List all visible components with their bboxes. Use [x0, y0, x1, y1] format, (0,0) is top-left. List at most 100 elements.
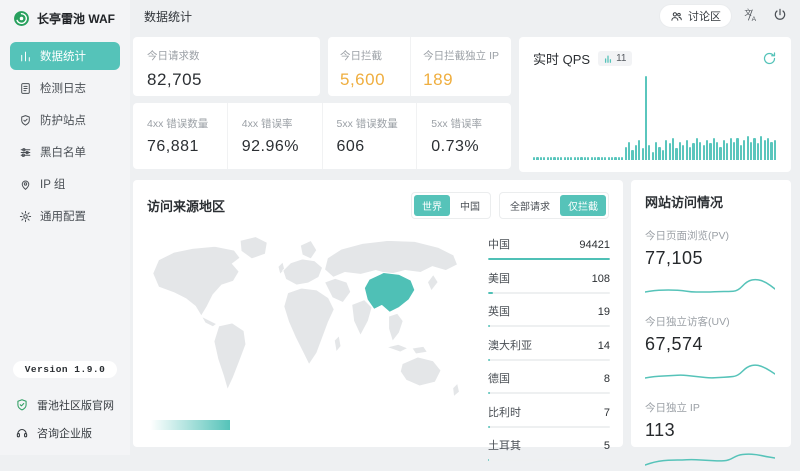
- qps-bar: [614, 157, 616, 160]
- blocks-count-label: 今日拦截: [340, 48, 398, 63]
- qps-bar: [635, 145, 637, 160]
- error-stats-card: 4xx 错误数量 76,881 4xx 错误率 92.96% 5xx 错误数量 …: [133, 103, 511, 169]
- enterprise-link[interactable]: 咨询企业版: [0, 419, 130, 447]
- region-row: 比利时7: [488, 404, 610, 428]
- russia-region: [325, 240, 458, 277]
- sidebar-item-label: IP 组: [40, 176, 65, 192]
- qps-bar: [536, 157, 538, 160]
- qps-title: 实时 QPS: [533, 49, 590, 68]
- community-button-label: 讨论区: [688, 8, 721, 24]
- qps-refresh-button[interactable]: [761, 51, 777, 67]
- region-bar: [488, 392, 610, 394]
- qps-bar: [716, 142, 718, 160]
- qps-bar: [642, 148, 644, 160]
- qps-bar: [699, 142, 701, 160]
- map-filter-option-0[interactable]: 全部请求: [502, 195, 558, 216]
- sidebar-item-gear[interactable]: 通用配置: [10, 202, 120, 230]
- qps-bar: [709, 143, 711, 160]
- madagascar-region: [334, 336, 341, 353]
- central-america-region: [201, 316, 217, 327]
- visit-sparkline: [645, 358, 775, 384]
- scandinavia-region: [300, 240, 317, 258]
- requests-today-label: 今日请求数: [147, 48, 306, 63]
- india-region: [352, 300, 372, 336]
- qps-bar: [669, 143, 671, 160]
- sidebar-item-shield-check[interactable]: 防护站点: [10, 106, 120, 134]
- qps-bar: [662, 150, 664, 160]
- qps-bar: [580, 157, 582, 160]
- region-value: 7: [604, 407, 610, 419]
- qps-bar: [547, 157, 549, 160]
- qps-bar: [550, 157, 552, 160]
- region-name: 中国: [488, 236, 510, 252]
- visit-metric-value: 113: [645, 420, 777, 441]
- qps-bar: [601, 157, 603, 160]
- language-toggle-button[interactable]: 文 A: [741, 6, 761, 26]
- sidebar-item-sliders[interactable]: 黑白名单: [10, 138, 120, 166]
- shield-check-icon: [19, 114, 32, 127]
- qps-bar: [730, 138, 732, 160]
- people-icon: [670, 10, 683, 23]
- blocked-ips: 今日拦截独立 IP 189: [410, 37, 511, 96]
- qps-bar: [574, 157, 576, 160]
- logo: 长亭雷池 WAF: [0, 0, 130, 27]
- err-5xx-rate-value: 0.73%: [431, 138, 511, 156]
- map-filter-option-1[interactable]: 仅拦截: [560, 195, 606, 216]
- sidebar-item-bar-chart[interactable]: 数据统计: [10, 42, 120, 70]
- qps-bar: [743, 140, 745, 160]
- community-site-link[interactable]: 雷池社区版官网: [0, 391, 130, 419]
- qps-bar: [604, 157, 606, 160]
- qps-bar: [679, 142, 681, 160]
- map-pin-icon: [19, 178, 32, 191]
- qps-bar: [543, 157, 545, 160]
- visit-metric-value: 77,105: [645, 248, 777, 269]
- err-4xx-rate: 4xx 错误率 92.96%: [227, 103, 322, 169]
- region-name: 英国: [488, 303, 510, 319]
- qps-bar: [703, 145, 705, 160]
- region-row: 澳大利亚14: [488, 337, 610, 361]
- qps-bar: [560, 157, 562, 160]
- region-value: 108: [592, 273, 610, 285]
- qps-bar: [757, 143, 759, 160]
- qps-bar: [713, 138, 715, 160]
- qps-bar: [618, 157, 620, 160]
- region-bar: [488, 459, 610, 461]
- err-4xx-rate-value: 92.96%: [242, 138, 322, 156]
- qps-bar: [740, 145, 742, 160]
- qps-bar: [733, 142, 735, 160]
- qps-bar: [696, 138, 698, 160]
- headset-icon: [15, 426, 29, 440]
- map-view-option-1[interactable]: 中国: [452, 195, 488, 216]
- new-zealand-region: [453, 383, 460, 397]
- sidebar-item-label: 通用配置: [40, 208, 86, 224]
- region-value: 5: [604, 440, 610, 452]
- logout-button[interactable]: [770, 6, 790, 26]
- visit-metric-value: 67,574: [645, 334, 777, 355]
- site-visits-card: 网站访问情况 今日页面浏览(PV)77,105今日独立访客(UV)67,574今…: [631, 180, 791, 447]
- mini-bars-icon: [604, 55, 612, 63]
- err-5xx-count-label: 5xx 错误数量: [337, 116, 417, 131]
- community-button[interactable]: 讨论区: [659, 4, 732, 28]
- sidebar-item-label: 黑白名单: [40, 144, 86, 160]
- qps-bar: [770, 142, 772, 160]
- region-bar: [488, 426, 610, 428]
- request-filter-toggle: 全部请求仅拦截: [499, 192, 609, 219]
- app-logo-icon: [13, 10, 30, 27]
- sidebar-item-map-pin[interactable]: IP 组: [10, 170, 120, 198]
- qps-bar: [577, 157, 579, 160]
- region-name: 土耳其: [488, 437, 521, 453]
- sidebar-item-file-text[interactable]: 检测日志: [10, 74, 120, 102]
- sliders-icon: [19, 146, 32, 159]
- qps-bar: [655, 142, 657, 160]
- err-4xx-count-value: 76,881: [147, 138, 227, 156]
- qps-bar: [628, 142, 630, 160]
- region-bar: [488, 292, 610, 294]
- err-4xx-count-label: 4xx 错误数量: [147, 116, 227, 131]
- blocked-ips-label: 今日拦截独立 IP: [423, 48, 499, 63]
- qps-bar: [648, 145, 650, 160]
- page-title: 数据统计: [144, 8, 192, 25]
- map-view-option-0[interactable]: 世界: [414, 195, 450, 216]
- blocks-today-card: 今日拦截 5,600 今日拦截独立 IP 189: [328, 37, 511, 96]
- qps-bar: [638, 140, 640, 160]
- requests-today-card: 今日请求数 82,705: [133, 37, 320, 96]
